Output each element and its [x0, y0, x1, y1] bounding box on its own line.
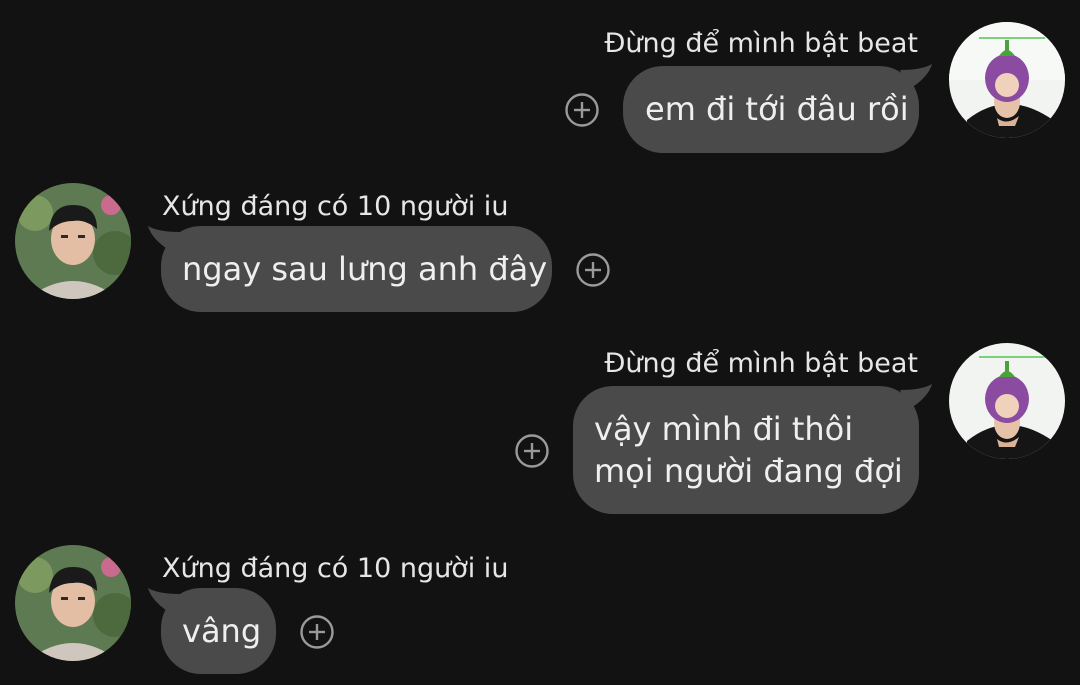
- boy-portrait-avatar[interactable]: [15, 545, 131, 661]
- message-outgoing: Đừng để mình bật beat vậy mình đi thôi m…: [0, 340, 1080, 525]
- sender-name: Đừng để mình bật beat: [604, 28, 918, 59]
- add-reaction-icon[interactable]: [564, 92, 600, 128]
- add-reaction-icon[interactable]: [514, 433, 550, 469]
- message-bubble[interactable]: vậy mình đi thôi mọi người đang đợi: [573, 386, 919, 514]
- message-text-line-2: mọi người đang đợi: [594, 452, 903, 490]
- sender-name: Đừng để mình bật beat: [604, 348, 918, 379]
- message-text: ngay sau lưng anh đây: [182, 250, 548, 288]
- sender-name: Xứng đáng có 10 người iu: [162, 553, 509, 584]
- add-reaction-icon[interactable]: [575, 252, 611, 288]
- message-outgoing: Đừng để mình bật beat em đi tới đâu rồi: [0, 0, 1080, 160]
- add-reaction-icon[interactable]: [299, 614, 335, 650]
- eggplant-hat-avatar[interactable]: [949, 343, 1065, 459]
- message-incoming: Xứng đáng có 10 người iu vâng: [0, 532, 1080, 685]
- message-text-line-1: vậy mình đi thôi: [594, 410, 854, 448]
- eggplant-hat-avatar[interactable]: [949, 22, 1065, 138]
- boy-portrait-avatar[interactable]: [15, 183, 131, 299]
- message-bubble[interactable]: vâng: [161, 588, 276, 674]
- message-bubble[interactable]: em đi tới đâu rồi: [623, 66, 919, 153]
- message-bubble[interactable]: ngay sau lưng anh đây: [161, 226, 552, 312]
- chat-thread: Đừng để mình bật beat em đi tới đâu rồi: [0, 0, 1080, 685]
- message-text: vâng: [182, 612, 262, 650]
- sender-name: Xứng đáng có 10 người iu: [162, 191, 509, 222]
- message-incoming: Xứng đáng có 10 người iu ngay sau lưng a…: [0, 170, 1080, 320]
- message-text: em đi tới đâu rồi: [645, 90, 909, 128]
